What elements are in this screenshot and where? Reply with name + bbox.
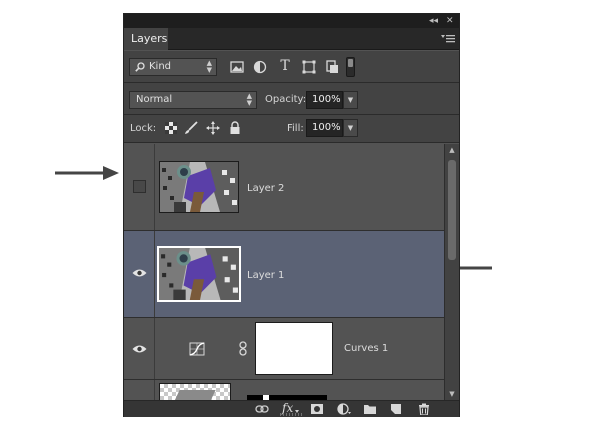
image-filter-icon[interactable] <box>229 59 245 75</box>
scroll-up-icon[interactable]: ▲ <box>445 144 459 156</box>
smart-object-filter-icon[interactable] <box>324 59 340 75</box>
blend-mode-select[interactable]: Normal ▲ ▼ <box>129 91 257 109</box>
scroll-thumb[interactable] <box>448 160 456 260</box>
layer-thumbnail[interactable] <box>157 246 241 302</box>
search-icon <box>135 62 145 72</box>
filter-kind-select[interactable]: Kind ▲ ▼ <box>129 58 217 76</box>
type-filter-icon[interactable]: T <box>277 58 293 74</box>
layer-2-thumbnail-image <box>160 162 238 212</box>
adjustment-filter-icon[interactable] <box>252 59 268 75</box>
opacity-dropdown-icon[interactable]: ▼ <box>343 91 358 109</box>
collapse-icon[interactable]: ◂◂ <box>429 14 438 28</box>
visibility-toggle[interactable] <box>124 144 155 230</box>
eye-icon <box>132 269 147 277</box>
close-icon[interactable]: ✕ <box>446 14 454 28</box>
mask-icon[interactable] <box>310 403 324 415</box>
blend-row: Normal ▲ ▼ Opacity: 100% ▼ <box>124 83 459 115</box>
lock-label: Lock: <box>130 123 157 134</box>
eye-icon <box>132 345 147 353</box>
fill-label: Fill: <box>287 123 304 134</box>
filter-row: Kind ▲ ▼ T <box>124 51 459 83</box>
panel-titlebar: ◂◂ ✕ <box>124 14 459 28</box>
layer-thumbnail[interactable] <box>159 383 231 400</box>
tab-row: Layers <box>124 28 459 50</box>
fill-dropdown-icon[interactable]: ▼ <box>343 119 358 137</box>
layer-row[interactable] <box>124 380 444 400</box>
layer-mask-thumbnail[interactable] <box>255 322 333 375</box>
panel-menu-icon[interactable] <box>441 33 455 45</box>
layer-row[interactable]: Layer 2 <box>124 144 444 231</box>
layer-row[interactable]: Curves 1 <box>124 318 444 380</box>
shape-filter-icon[interactable] <box>301 59 317 75</box>
blend-mode-value: Normal <box>136 94 173 105</box>
link-icon[interactable] <box>255 403 269 415</box>
updown-icon: ▲ ▼ <box>246 92 252 107</box>
opacity-input[interactable]: 100% <box>306 91 343 109</box>
lock-all-icon[interactable] <box>228 121 242 135</box>
opacity-label: Opacity: <box>265 94 307 105</box>
scroll-down-icon[interactable]: ▼ <box>445 388 459 400</box>
lock-position-icon[interactable] <box>206 121 220 135</box>
lock-transparent-icon[interactable] <box>164 121 178 135</box>
new-layer-icon[interactable] <box>389 403 403 415</box>
fill-input[interactable]: 100% <box>306 119 343 137</box>
layer-row-selected[interactable]: Layer 1 <box>124 231 444 318</box>
folder-icon[interactable] <box>363 403 377 415</box>
layer-name[interactable]: Curves 1 <box>344 343 388 354</box>
lock-row: Lock: Fill: 100% ▼ <box>124 115 459 143</box>
lock-pixels-icon[interactable] <box>184 121 198 135</box>
visibility-toggle[interactable] <box>124 318 155 379</box>
updown-icon: ▲ ▼ <box>206 59 212 74</box>
bottom-toolbar: fx <box>124 400 459 417</box>
new-adjustment-icon[interactable] <box>337 403 351 415</box>
layer-name[interactable]: Layer 2 <box>247 183 284 194</box>
layer-thumbnail[interactable] <box>159 161 239 213</box>
tab-layers[interactable]: Layers <box>124 28 168 50</box>
layer-1-thumbnail-image <box>159 248 239 300</box>
trash-icon[interactable] <box>417 403 431 415</box>
layer-list: Layer 2 Layer 1 Curves 1 <box>124 144 459 400</box>
layers-panel: ◂◂ ✕ Layers Kind ▲ ▼ T Normal ▲ ▼ Opacit… <box>123 13 460 417</box>
layer-list-scrollbar[interactable]: ▲ ▼ <box>444 144 459 400</box>
layer-name[interactable]: Layer 1 <box>247 270 284 281</box>
curves-adjustment-icon[interactable] <box>189 342 205 356</box>
visibility-off-box <box>133 180 146 193</box>
annotation-arrow-right <box>55 166 119 180</box>
chain-link-icon[interactable] <box>239 341 247 356</box>
visibility-toggle[interactable] <box>124 380 155 400</box>
resize-grip[interactable] <box>279 413 304 416</box>
visibility-toggle[interactable] <box>124 231 155 317</box>
filter-toggle-icon[interactable] <box>346 57 355 77</box>
